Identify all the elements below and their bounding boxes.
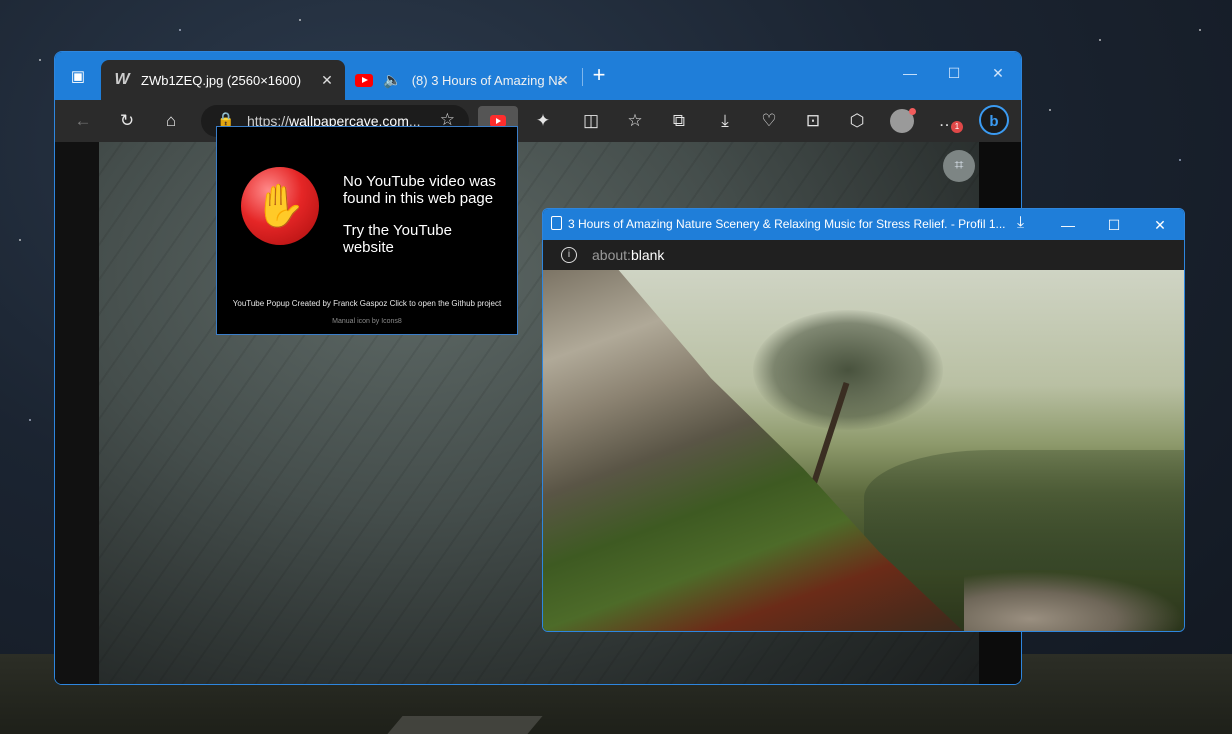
web-capture-icon[interactable]: ⊡: [799, 107, 827, 135]
tab-title: ZWb1ZEQ.jpg (2560×1600): [141, 72, 302, 88]
popup-address-bar: i about:blank: [543, 240, 1184, 270]
tab-separator: [582, 68, 583, 86]
video-hills: [864, 450, 1184, 570]
minimize-button[interactable]: —: [1045, 212, 1091, 238]
close-window-button[interactable]: ✕: [975, 60, 1021, 86]
profile-avatar[interactable]: [890, 108, 916, 133]
downloads-warning-icon[interactable]: ⤓: [711, 107, 739, 135]
close-tab-icon[interactable]: ✕: [553, 70, 573, 90]
nature-video-frame[interactable]: [543, 270, 1184, 631]
notification-badge: 1: [951, 121, 963, 133]
no-video-message: No YouTube video was found in this web p…: [343, 173, 496, 207]
back-button[interactable]: ←: [69, 107, 97, 135]
visual-search-icon[interactable]: ⌗: [943, 150, 975, 182]
github-credit-link[interactable]: YouTube Popup Created by Franck Gaspoz C…: [217, 299, 517, 308]
extensions-puzzle-icon[interactable]: ✦: [529, 107, 557, 135]
favorites-icon[interactable]: ☆: [621, 107, 649, 135]
try-youtube-link[interactable]: Try the YouTube website: [343, 222, 493, 256]
bing-copilot-icon[interactable]: b: [979, 105, 1009, 135]
youtube-icon: [355, 73, 373, 87]
maximize-button[interactable]: ☐: [931, 60, 977, 86]
tab-actions-icon[interactable]: ▣: [67, 66, 89, 88]
info-icon[interactable]: i: [561, 247, 577, 263]
browser-toolbar: ← ↻ ⌂ 🔒 https://wallpapercave.com... ☆ ✦…: [55, 100, 1021, 142]
refresh-button[interactable]: ↻: [113, 107, 141, 135]
minimize-button[interactable]: —: [887, 60, 933, 86]
icons8-credit[interactable]: Manual icon by Icons8: [217, 318, 517, 325]
tab-wallpaper-image[interactable]: W ZWb1ZEQ.jpg (2560×1600) ✕: [101, 60, 345, 100]
tab-bar: ▣ W ZWb1ZEQ.jpg (2560×1600) ✕ 🔈 (8) 3 Ho…: [55, 52, 1021, 100]
stop-hand-icon: ✋: [241, 167, 319, 245]
split-screen-icon[interactable]: ◫: [577, 107, 605, 135]
browser-essentials-icon[interactable]: ♡: [755, 107, 783, 135]
video-tree-crown: [753, 310, 943, 430]
close-window-button[interactable]: ✕: [1137, 212, 1183, 238]
collections-icon[interactable]: ⧉: [665, 107, 693, 135]
speaker-icon[interactable]: 🔈: [383, 71, 402, 89]
wallpaper-path: [387, 716, 543, 734]
video-rocks: [964, 571, 1184, 631]
new-tab-button[interactable]: +: [588, 64, 610, 87]
wallpapercave-w-icon: W: [114, 71, 130, 88]
video-popup-window: 3 Hours of Amazing Nature Scenery & Rela…: [542, 208, 1185, 632]
maximize-button[interactable]: ☐: [1091, 212, 1137, 238]
image-margin: [55, 142, 99, 684]
home-button[interactable]: ⌂: [157, 107, 185, 135]
popup-url: about:blank: [592, 247, 665, 263]
document-icon: [551, 216, 562, 230]
popup-title-bar: 3 Hours of Amazing Nature Scenery & Rela…: [543, 209, 1184, 240]
performance-icon[interactable]: ⬡: [843, 107, 871, 135]
downloads-warning-icon[interactable]: ⤓: [1017, 214, 1024, 232]
close-tab-icon[interactable]: ✕: [317, 70, 337, 90]
tab-youtube-video[interactable]: 🔈 (8) 3 Hours of Amazing Natu ✕: [345, 60, 581, 100]
popup-window-title: 3 Hours of Amazing Nature Scenery & Rela…: [568, 217, 1006, 231]
tab-title: (8) 3 Hours of Amazing Natu: [411, 72, 562, 88]
youtube-popup-panel: ✋ No YouTube video was found in this web…: [216, 126, 518, 335]
